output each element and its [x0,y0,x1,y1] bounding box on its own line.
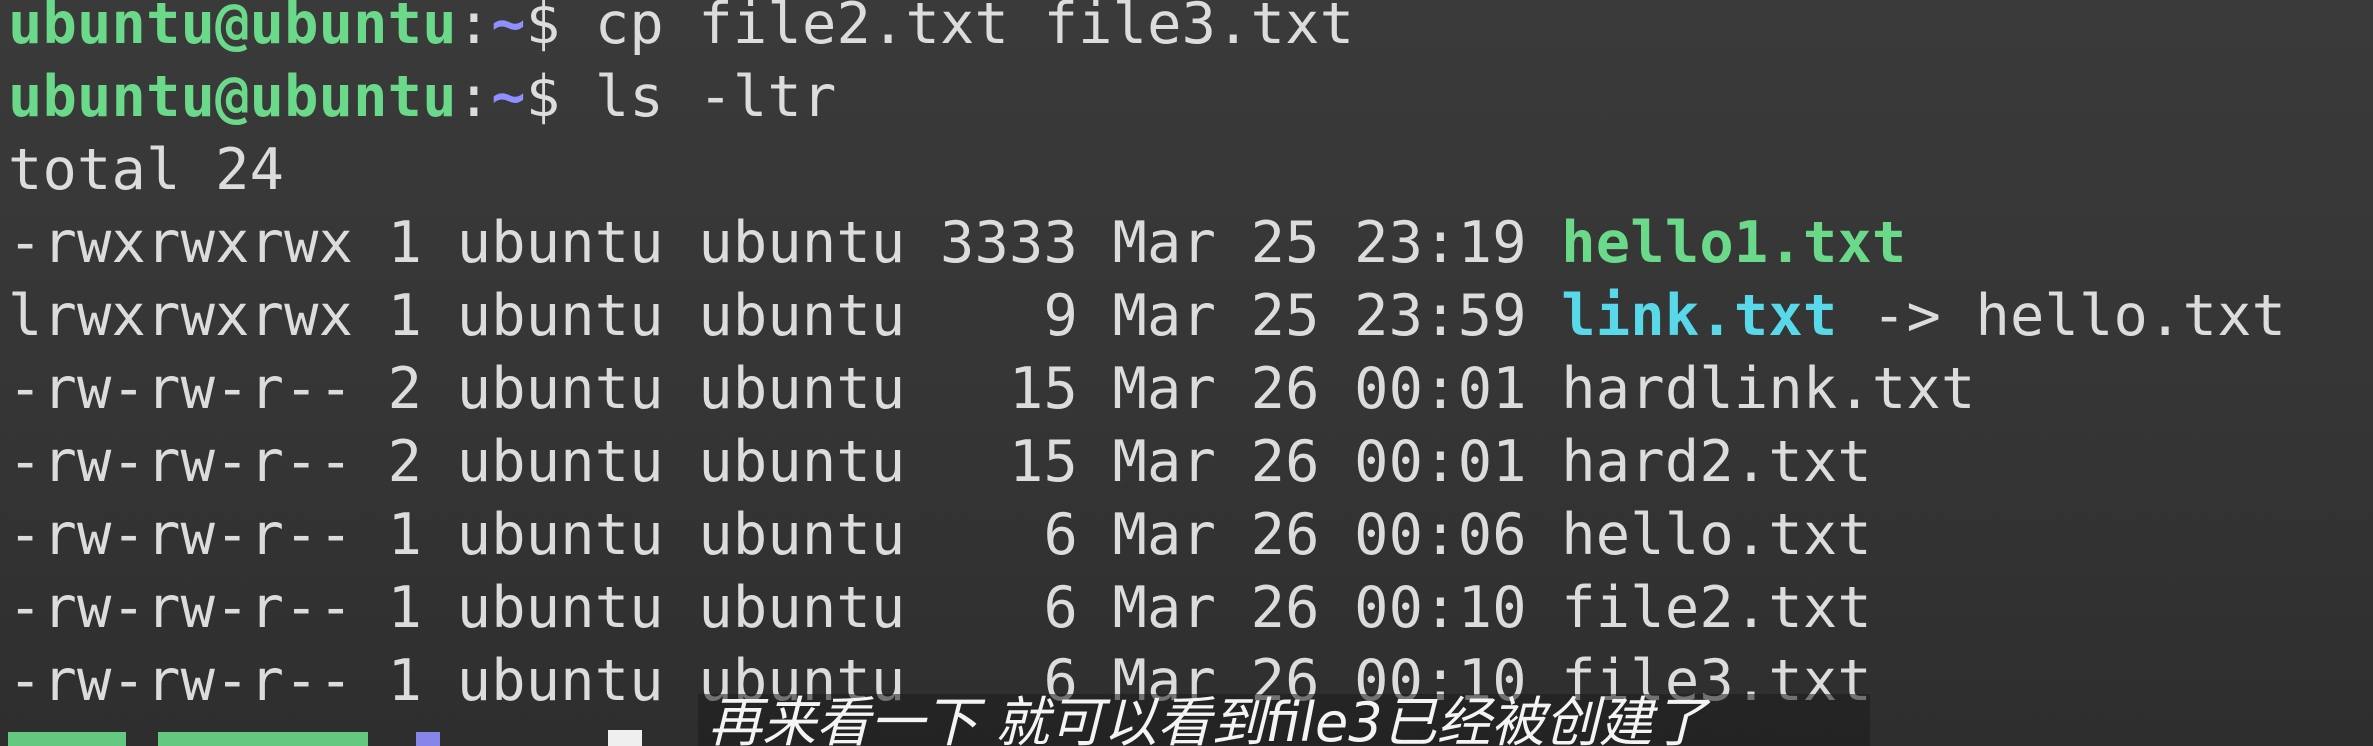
command-text: ls -ltr [594,64,837,130]
file-attributes: lrwxrwxrwx 1 ubuntu ubuntu 9 Mar 25 23:5… [8,283,1562,349]
file-name: hardlink.txt [1561,356,1976,422]
prompt-dollar: $ [525,0,595,57]
next-prompt-partial [8,722,708,746]
command-text: cp file2.txt file3.txt [594,0,1355,57]
listing-row: -rw-rw-r-- 1 ubuntu ubuntu 6 Mar 26 00:0… [8,499,2368,572]
prompt-user-host: ubuntu@ubuntu [8,0,457,57]
listing-row: -rw-rw-r-- 1 ubuntu ubuntu 6 Mar 26 00:1… [8,572,2368,645]
prompt-colon: : [456,0,492,57]
prompt-user-fragment [8,732,126,746]
terminal-output[interactable]: ubuntu@ubuntu:~$ cp file2.txt file3.txt … [8,0,2368,718]
file-name: link.txt [1561,283,1838,349]
prompt-dollar: $ [525,64,595,130]
prompt-path-fragment [416,732,440,746]
file-attributes: -rw-rw-r-- 2 ubuntu ubuntu 15 Mar 26 00:… [8,356,1562,422]
command-line: ubuntu@ubuntu:~$ cp file2.txt file3.txt [8,0,2368,61]
link-target: -> hello.txt [1837,283,2287,349]
file-attributes: -rw-rw-r-- 1 ubuntu ubuntu 6 Mar 26 00:0… [8,502,1562,568]
terminal-cursor [608,730,642,746]
prompt-user-host: ubuntu@ubuntu [8,64,457,130]
command-line: ubuntu@ubuntu:~$ ls -ltr [8,61,2368,134]
prompt-colon: : [456,64,492,130]
file-name: hard2.txt [1561,429,1872,495]
file-attributes: -rw-rw-r-- 1 ubuntu ubuntu 6 Mar 26 00:1… [8,575,1562,641]
total-line: total 24 [8,137,285,203]
file-name: hello1.txt [1561,210,1907,276]
file-attributes: -rw-rw-r-- 2 ubuntu ubuntu 15 Mar 26 00:… [8,429,1562,495]
subtitle-text: 再来看一下 就可以看到file3已经被创建了 [708,694,1707,746]
prompt-path: ~ [491,0,526,57]
subtitle-caption: 再来看一下 就可以看到file3已经被创建了 [698,694,1870,746]
file-name: hello.txt [1561,502,1872,568]
file-name: file2.txt [1561,575,1872,641]
listing-row: -rw-rw-r-- 2 ubuntu ubuntu 15 Mar 26 00:… [8,426,2368,499]
listing-row: lrwxrwxrwx 1 ubuntu ubuntu 9 Mar 25 23:5… [8,280,2368,353]
file-attributes: -rwxrwxrwx 1 ubuntu ubuntu 3333 Mar 25 2… [8,210,1562,276]
listing-row: -rw-rw-r-- 2 ubuntu ubuntu 15 Mar 26 00:… [8,353,2368,426]
prompt-path: ~ [491,64,526,130]
prompt-host-fragment [158,732,368,746]
listing-row: -rwxrwxrwx 1 ubuntu ubuntu 3333 Mar 25 2… [8,207,2368,280]
